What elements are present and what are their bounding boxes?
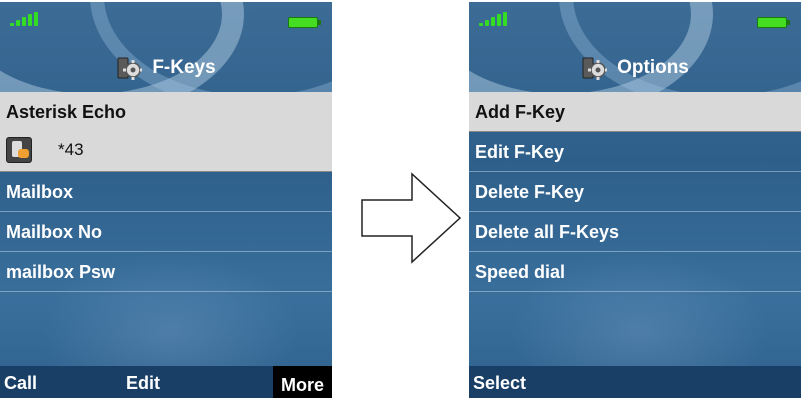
signal-strength-icon [10,12,38,26]
list-item-detail: *43 [6,132,332,168]
screen-title: F-Keys [152,57,216,78]
battery-icon [757,17,790,28]
softkey-bar: Call Edit More [0,366,332,398]
screen-title: Options [617,57,689,78]
list-item-edit-fkey[interactable]: Edit F-Key [469,132,801,172]
fkey-list: Asterisk Echo *43 Mailbox Mailbox No mai… [0,92,332,292]
signal-strength-icon [479,12,507,26]
call-softkey[interactable]: Call [4,366,37,398]
phone-screen-fkeys: F-Keys Asterisk Echo *43 Mailbox Mailbox… [0,2,332,398]
list-item-speed-dial[interactable]: Speed dial [469,252,801,292]
more-softkey[interactable]: More [272,366,332,398]
select-softkey[interactable]: Select [473,366,526,398]
fkey-code: *43 [58,140,84,159]
list-item-asterisk-echo[interactable]: Asterisk Echo *43 [0,92,332,172]
list-item-mailbox[interactable]: Mailbox [0,172,332,212]
list-item-delete-all-fkeys[interactable]: Delete all F-Keys [469,212,801,252]
battery-icon [288,17,321,28]
status-bar [469,2,801,38]
options-list: Add F-Key Edit F-Key Delete F-Key Delete… [469,92,801,292]
list-item-mailbox-psw[interactable]: mailbox Psw [0,252,332,292]
list-item-add-fkey[interactable]: Add F-Key [469,92,801,132]
speed-key-icon [6,137,32,163]
list-item-mailbox-no[interactable]: Mailbox No [0,212,332,252]
settings-gear-icon [581,55,608,81]
settings-gear-icon [116,55,143,81]
right-arrow-icon [361,172,462,264]
edit-softkey[interactable]: Edit [126,366,160,398]
title-bar: F-Keys [0,48,332,88]
list-item-label: Asterisk Echo [6,102,127,122]
status-bar [0,2,332,38]
title-bar: Options [469,48,801,88]
softkey-bar: Select [469,366,801,398]
phone-screen-options: Options Add F-Key Edit F-Key Delete F-Ke… [469,2,801,398]
list-item-delete-fkey[interactable]: Delete F-Key [469,172,801,212]
